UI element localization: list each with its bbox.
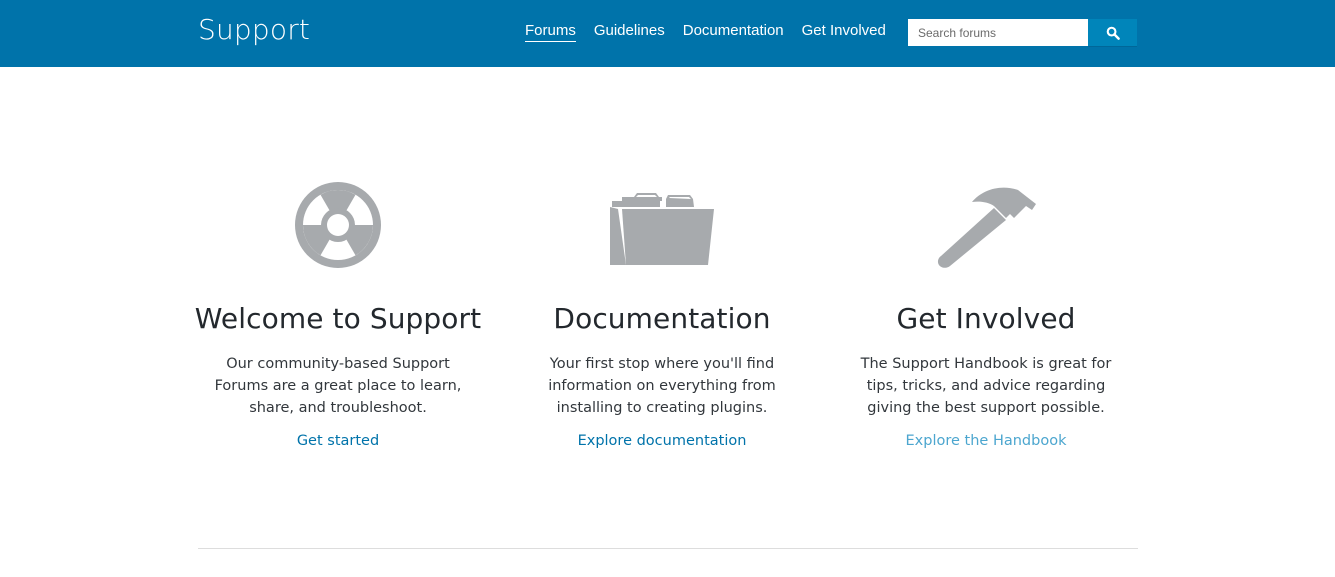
nav-item-get-involved[interactable]: Get Involved xyxy=(802,22,886,42)
explore-handbook-link[interactable]: Explore the Handbook xyxy=(906,433,1067,449)
column-welcome: Welcome to Support Our community-based S… xyxy=(176,170,500,449)
search-form xyxy=(908,19,1137,46)
nav-item-guidelines[interactable]: Guidelines xyxy=(594,22,665,42)
column-description: The Support Handbook is great for tips, … xyxy=(860,356,1112,416)
site-header: Support Forums Guidelines Documentation … xyxy=(0,0,1335,67)
lifebuoy-icon xyxy=(176,170,500,280)
column-description: Our community-based Support Forums are a… xyxy=(214,356,462,416)
column-title: Get Involved xyxy=(896,302,1076,335)
search-button[interactable] xyxy=(1088,19,1137,46)
main-content: Welcome to Support Our community-based S… xyxy=(176,170,1150,449)
site-title[interactable]: Support xyxy=(198,13,310,46)
folder-icon xyxy=(500,170,824,280)
get-started-link[interactable]: Get started xyxy=(297,433,379,449)
search-input[interactable] xyxy=(908,19,1088,46)
explore-documentation-link[interactable]: Explore documentation xyxy=(578,433,747,449)
search-icon xyxy=(1106,26,1120,40)
nav-item-documentation[interactable]: Documentation xyxy=(683,22,784,42)
column-description: Your first stop where you'll find inform… xyxy=(548,356,776,416)
nav-item-forums[interactable]: Forums xyxy=(525,22,576,42)
main-nav: Forums Guidelines Documentation Get Invo… xyxy=(525,22,904,42)
hammer-icon xyxy=(824,170,1148,280)
column-get-involved: Get Involved The Support Handbook is gre… xyxy=(824,170,1148,449)
column-title: Documentation xyxy=(553,302,771,335)
column-documentation: Documentation Your first stop where you'… xyxy=(500,170,824,449)
section-divider xyxy=(198,548,1138,549)
column-title: Welcome to Support xyxy=(194,302,482,335)
